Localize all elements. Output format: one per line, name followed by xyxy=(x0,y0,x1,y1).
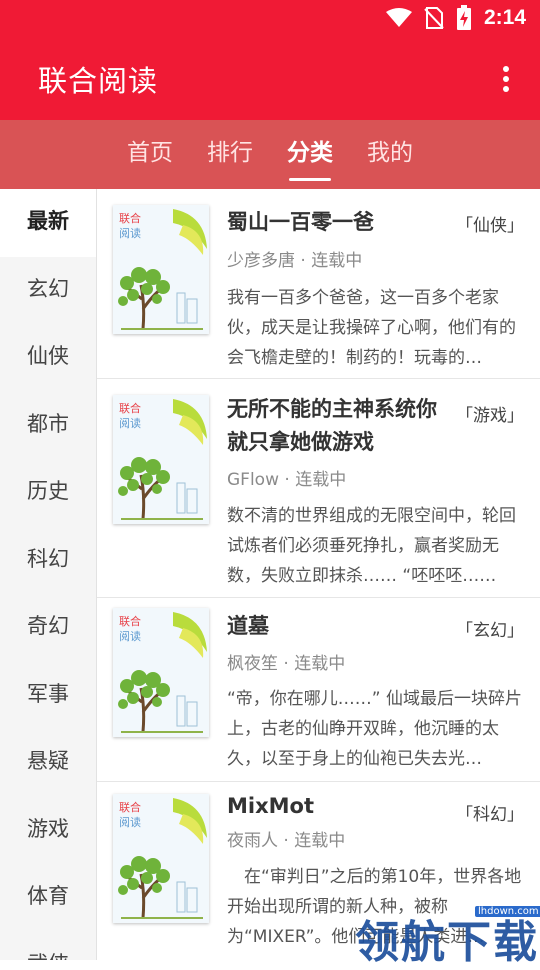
app-title: 联合阅读 xyxy=(38,64,159,98)
status-time: 2:14 xyxy=(483,6,526,29)
more-options-icon[interactable] xyxy=(502,66,510,92)
book-title: 道墓 xyxy=(227,614,269,638)
book-description: 我有一百多个爸爸，这一百多个老家伙，成天是让我操碎了心啊，他们有的会飞檐走壁的！… xyxy=(227,288,516,368)
book-description: 数不清的世界组成的无限空间中，轮回试炼者们必须垂死挣扎，赢者奖励无数，失败立即抹… xyxy=(227,506,516,586)
category-item-fantasy[interactable]: 奇幻 xyxy=(0,594,96,662)
category-item-latest[interactable]: 最新 xyxy=(0,189,96,257)
book-description: “帝，你在哪儿……” 仙域最后一块碎片上，古老的仙睁开双眸，他沉睡的太久，以至于… xyxy=(227,689,523,769)
book-title: 蜀山一百零一爸 xyxy=(227,210,374,234)
watermark-url: lhdown.com xyxy=(475,906,540,917)
book-author-status: 少彦多唐 · 连载中 xyxy=(227,251,363,271)
category-item-mystery[interactable]: 悬疑 xyxy=(0,729,96,797)
book-genre: 「仙侠」 xyxy=(456,216,524,236)
book-genre: 「科幻」 xyxy=(456,805,524,825)
book-item[interactable]: 联合 阅读 道墓 「玄幻」 枫夜笙 · 连载中 “帝，你在哪儿……” 仙域最后一块… xyxy=(97,598,540,782)
tab-category[interactable]: 分类 xyxy=(287,120,333,189)
category-sidebar: 最新 玄幻 仙侠 都市 历史 科幻 奇幻 军事 悬疑 游戏 体育 武侠 xyxy=(0,189,97,960)
top-tabs: 首页 排行 分类 我的 xyxy=(0,120,540,189)
book-cover: 联合 阅读 xyxy=(113,608,209,737)
category-item-history[interactable]: 历史 xyxy=(0,459,96,527)
book-author-status: 夜雨人 · 连载中 xyxy=(227,831,346,851)
book-cover: 联合 阅读 xyxy=(113,395,209,524)
book-genre: 「玄幻」 xyxy=(456,621,524,641)
category-item-game[interactable]: 游戏 xyxy=(0,797,96,865)
book-cover: 联合 阅读 xyxy=(113,794,209,923)
book-title: MixMot xyxy=(227,794,315,818)
category-item-dushi[interactable]: 都市 xyxy=(0,392,96,460)
book-list: 联合 阅读 蜀山一百零一爸 「仙侠」 少彦多唐 · 连载中 我有一百多个爸爸，这一… xyxy=(97,189,540,960)
book-author-status: GFlow · 连载中 xyxy=(227,470,347,490)
cover-brand: 联合 阅读 xyxy=(119,402,141,430)
cover-brand: 联合 阅读 xyxy=(119,212,141,240)
tab-ranking[interactable]: 排行 xyxy=(207,120,253,189)
cover-brand: 联合 阅读 xyxy=(119,801,141,829)
book-item[interactable]: 联合 阅读 无所不能的主神系统你就只拿她做游戏 「游戏」 GFlow · 连载中 … xyxy=(97,379,540,598)
category-item-wuxia[interactable]: 武侠 xyxy=(0,932,96,961)
book-author-status: 枫夜笙 · 连载中 xyxy=(227,654,346,674)
book-item[interactable]: 联合 阅读 蜀山一百零一爸 「仙侠」 少彦多唐 · 连载中 我有一百多个爸爸，这一… xyxy=(97,189,540,379)
book-genre: 「游戏」 xyxy=(456,406,524,426)
category-item-scifi[interactable]: 科幻 xyxy=(0,527,96,595)
cover-brand: 联合 阅读 xyxy=(119,615,141,643)
book-title: 无所不能的主神系统你就只拿她做游戏 xyxy=(227,397,437,454)
category-item-military[interactable]: 军事 xyxy=(0,662,96,730)
tab-home[interactable]: 首页 xyxy=(127,120,173,189)
site-watermark: 领航下载 lhdown.com xyxy=(355,888,540,968)
book-cover: 联合 阅读 xyxy=(113,205,209,334)
app-bar: 联合阅读 xyxy=(0,36,540,120)
category-item-xuanhuan[interactable]: 玄幻 xyxy=(0,257,96,325)
category-item-sports[interactable]: 体育 xyxy=(0,864,96,932)
category-item-xianxia[interactable]: 仙侠 xyxy=(0,324,96,392)
status-bar: 2:14 xyxy=(0,0,540,36)
tab-mine[interactable]: 我的 xyxy=(367,120,413,189)
no-sim-icon xyxy=(424,7,444,29)
wifi-icon xyxy=(385,8,412,27)
status-icons: 2:14 xyxy=(385,4,526,32)
battery-charging-icon xyxy=(456,5,471,30)
